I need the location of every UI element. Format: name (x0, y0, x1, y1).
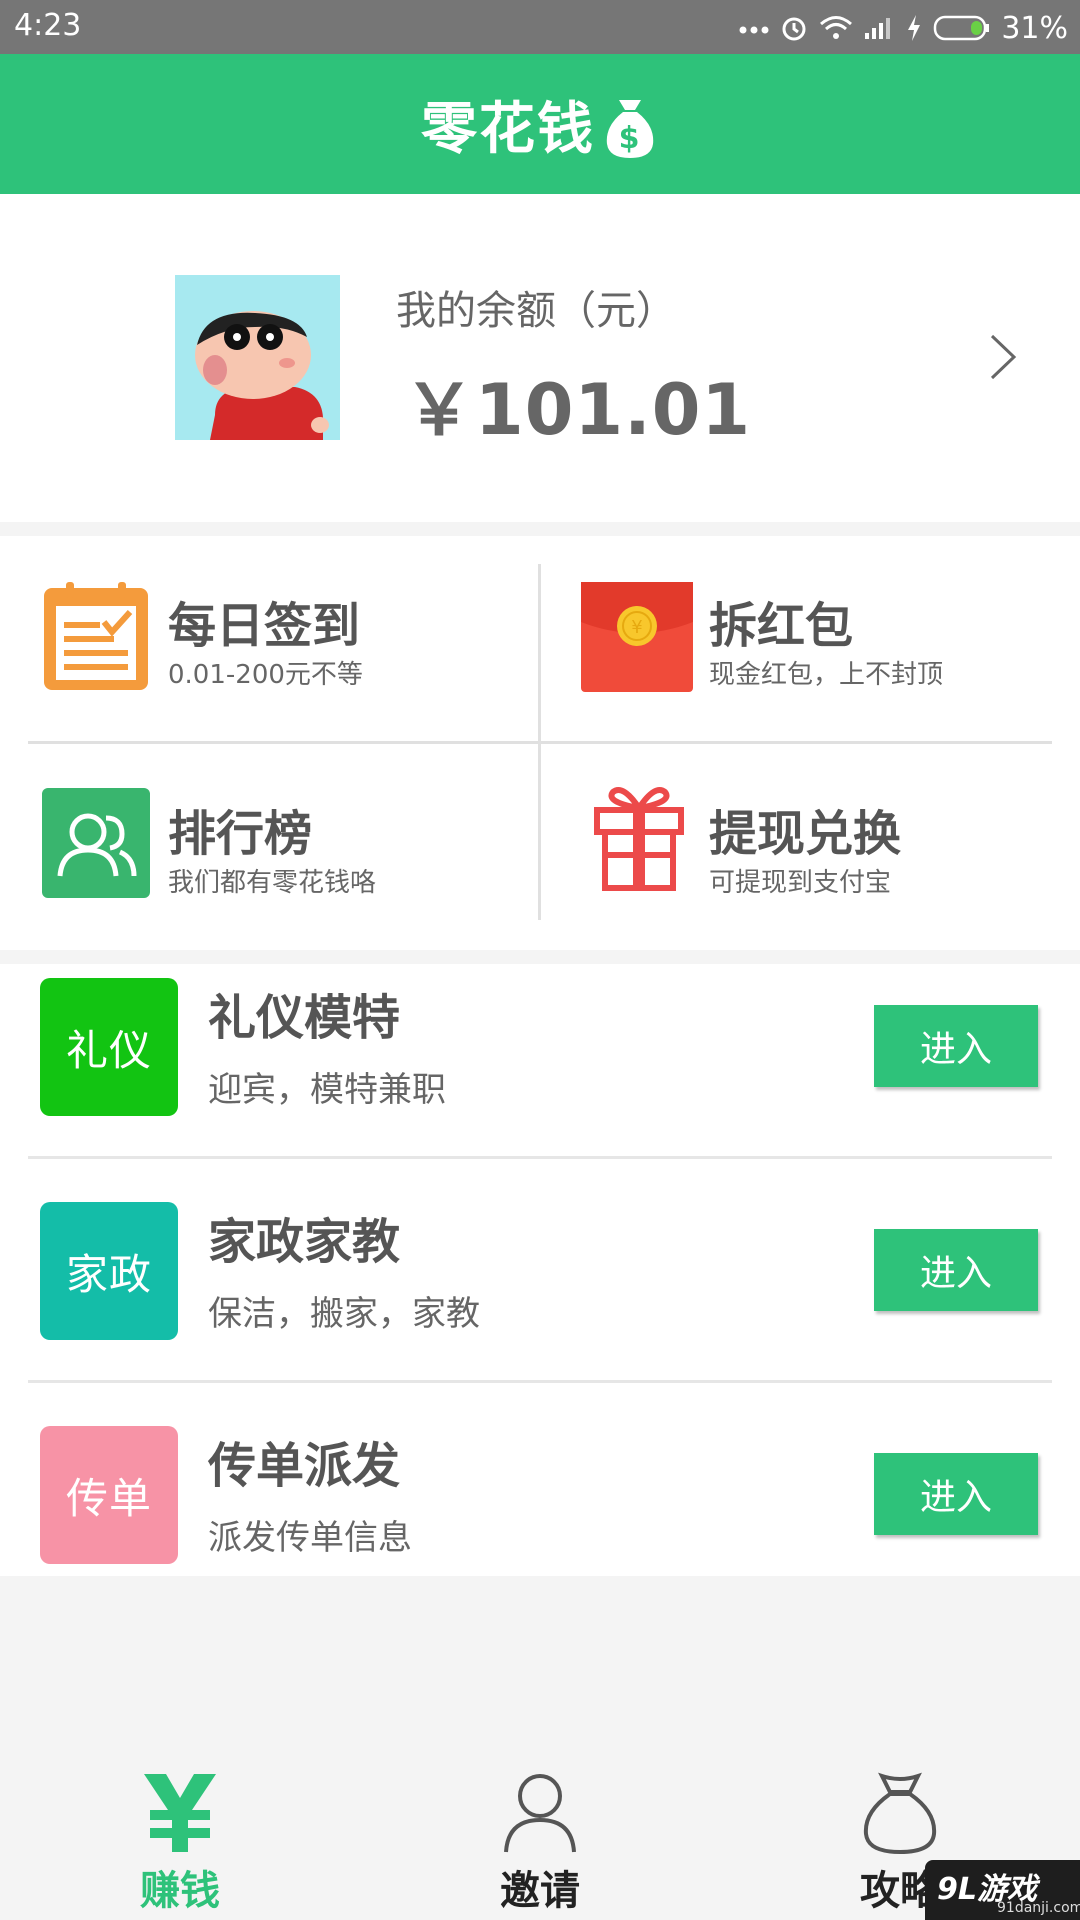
alarm-icon (782, 17, 806, 41)
list-item-badge: 传单 (40, 1426, 178, 1564)
list-item-housekeeping-tutor[interactable]: 家政 家政家教 保洁，搬家，家教 进入 (0, 1188, 1080, 1412)
grid-item-subtitle: 0.01-200元不等 (168, 660, 363, 690)
app-title: 零花钱 $ (0, 84, 1080, 165)
calendar-icon (44, 582, 148, 690)
list-item-subtitle: 迎宾，模特兼职 (208, 1070, 446, 1110)
red-packet-icon: ¥ (581, 582, 693, 692)
list-item-title: 家政家教 (208, 1214, 401, 1270)
grid-item-title: 提现兑换 (709, 806, 902, 862)
list-item-title: 传单派发 (208, 1438, 401, 1494)
enter-button[interactable]: 进入 (874, 1453, 1038, 1535)
tab-label: 赚钱 (140, 1868, 220, 1914)
grid-item-daily-checkin[interactable]: 每日签到 0.01-200元不等 (0, 536, 538, 741)
person-icon (504, 1774, 576, 1853)
tab-earn[interactable]: 赚钱 (80, 1760, 280, 1920)
list-item-title: 礼仪模特 (208, 990, 401, 1046)
list-item-badge: 礼仪 (40, 978, 178, 1116)
charging-icon (908, 15, 921, 41)
list-item-subtitle: 保洁，搬家，家教 (208, 1294, 480, 1334)
status-icons: 31% (739, 8, 1068, 48)
app-title-text: 零花钱 (421, 97, 595, 162)
job-list: 礼仪 礼仪模特 迎宾，模特兼职 进入 家政 家政家教 保洁，搬家，家教 进入 传… (0, 964, 1080, 1576)
money-bag-icon: $ (606, 99, 654, 158)
battery-percent: 31% (1001, 10, 1068, 46)
tab-label: 邀请 (500, 1868, 580, 1914)
battery-icon (934, 15, 990, 41)
list-item-flyer-distribution[interactable]: 传单 传单派发 派发传单信息 进入 (0, 1412, 1080, 1636)
grid-item-subtitle: 我们都有零花钱咯 (168, 868, 377, 898)
chevron-right-icon[interactable] (988, 332, 1018, 382)
status-bar: 4:23 31% (0, 0, 1080, 54)
grid-item-red-packet[interactable]: ¥ 拆红包 现金红包，上不封顶 (541, 536, 1080, 741)
list-item-etiquette-model[interactable]: 礼仪 礼仪模特 迎宾，模特兼职 进入 (0, 964, 1080, 1188)
people-icon (42, 788, 150, 898)
enter-button[interactable]: 进入 (874, 1229, 1038, 1311)
balance-amount: ￥101.01 (404, 369, 752, 451)
yuan-icon (144, 1774, 216, 1852)
grid-item-title: 拆红包 (709, 598, 854, 654)
avatar[interactable] (175, 275, 340, 440)
balance-label: 我的余额（元） (396, 288, 676, 334)
bottom-nav: 赚钱 邀请 攻略 (0, 1760, 1080, 1920)
list-item-subtitle: 派发传单信息 (208, 1518, 412, 1558)
app-header: 零花钱 $ (0, 54, 1080, 194)
enter-button[interactable]: 进入 (874, 1005, 1038, 1087)
svg-text:¥: ¥ (631, 617, 642, 638)
status-time: 4:23 (14, 8, 82, 43)
gift-icon (594, 787, 684, 891)
wifi-icon (820, 16, 853, 39)
bag-icon (863, 1772, 937, 1854)
grid-item-title: 每日签到 (168, 598, 361, 654)
list-item-badge: 家政 (40, 1202, 178, 1340)
list-divider (28, 1380, 1052, 1383)
more-dots-icon (739, 26, 769, 34)
feature-grid: 每日签到 0.01-200元不等 ¥ 拆红包 现金红包，上不封顶 排行榜 我们都… (0, 536, 1080, 950)
grid-item-subtitle: 可提现到支付宝 (709, 868, 892, 898)
tab-invite[interactable]: 邀请 (440, 1760, 640, 1920)
grid-item-withdraw[interactable]: 提现兑换 可提现到支付宝 (541, 744, 1080, 950)
svg-text:$: $ (619, 121, 642, 156)
grid-item-subtitle: 现金红包，上不封顶 (709, 660, 944, 690)
grid-item-leaderboard[interactable]: 排行榜 我们都有零花钱咯 (0, 744, 538, 950)
grid-item-title: 排行榜 (168, 806, 313, 862)
signal-icon (865, 18, 891, 39)
watermark-url: 91danji.com (997, 1900, 1080, 1916)
list-divider (28, 1156, 1052, 1159)
watermark: 9L游戏 91danji.com (925, 1860, 1080, 1920)
balance-card[interactable]: 我的余额（元） ￥101.01 (0, 194, 1080, 522)
